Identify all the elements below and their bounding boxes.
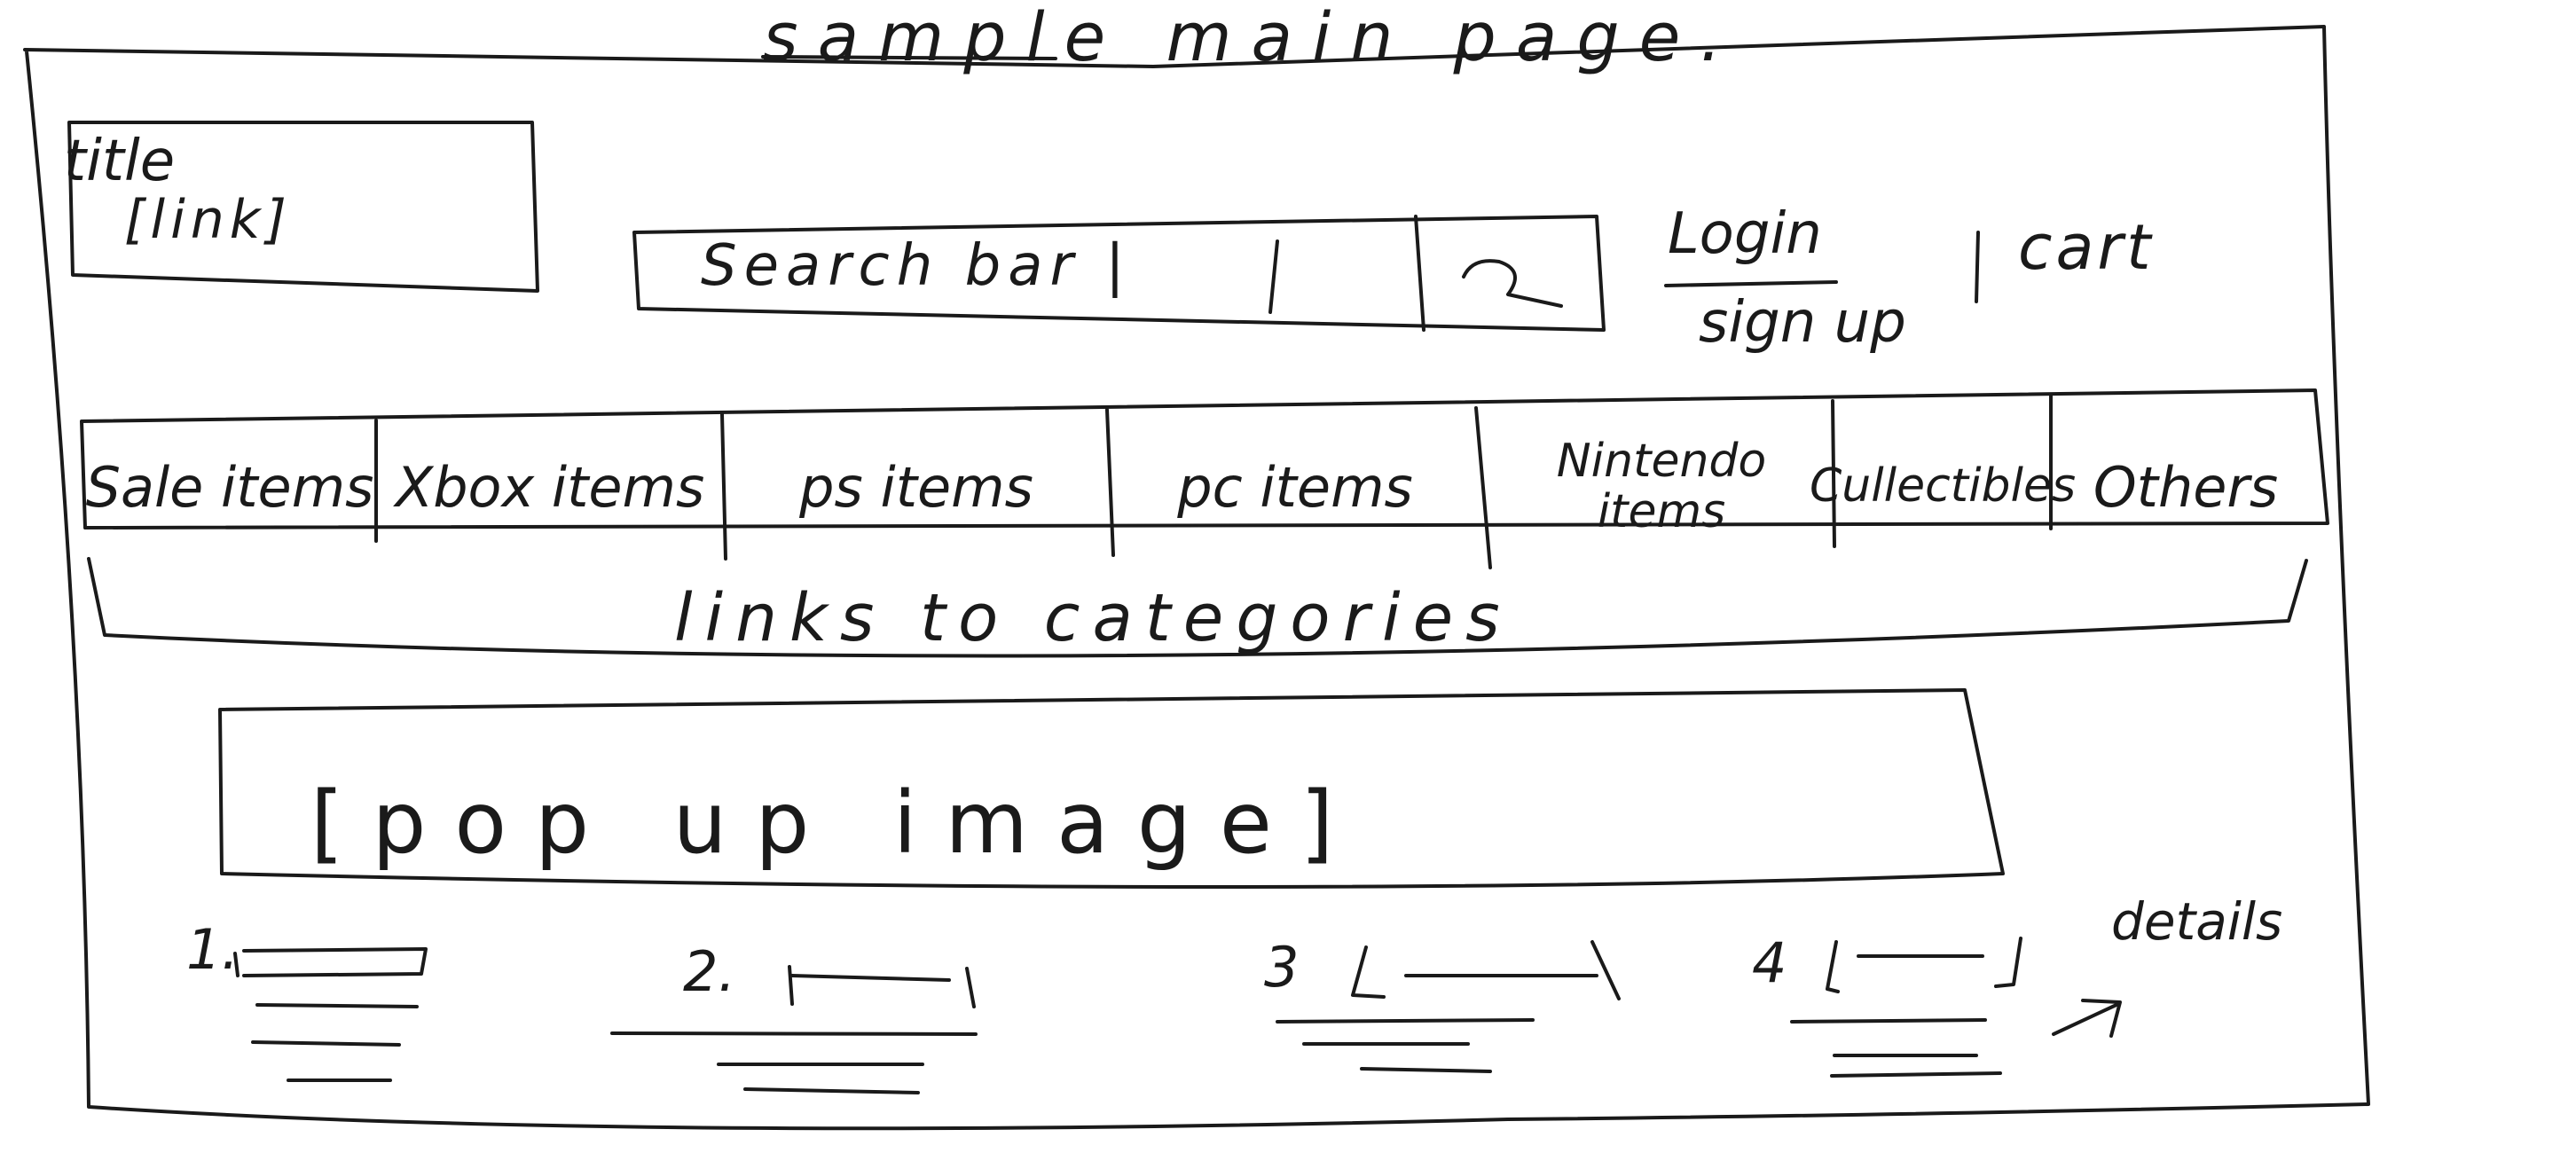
tab-sale-items[interactable]: Sale items <box>85 420 374 553</box>
product-card[interactable] <box>1743 931 2027 1082</box>
product-card[interactable] <box>1260 936 1632 1078</box>
tab-collectibles[interactable]: Cullectibles <box>1810 420 2076 553</box>
cart-separator <box>1975 231 1980 303</box>
popup-image-label: [pop up image] <box>310 773 1363 873</box>
tab-pc-items[interactable]: pc items <box>1116 420 1474 553</box>
cart-link[interactable]: cart <box>2018 216 2155 278</box>
nav-divider <box>720 412 727 561</box>
tab-others[interactable]: Others <box>2053 420 2319 553</box>
search-button[interactable] <box>1419 220 1601 326</box>
details-link[interactable]: details <box>2111 896 2282 947</box>
login-signup-divider <box>1664 280 1838 287</box>
tab-xbox-items[interactable]: Xbox items <box>380 420 720 553</box>
page-title: sample main page. <box>763 0 1741 76</box>
title-label: title <box>64 129 176 194</box>
search-placeholder: Search bar | <box>701 233 1132 299</box>
categories-caption: links to categories <box>674 580 1512 656</box>
tab-nintendo-items[interactable]: Nintendo items <box>1492 420 1831 553</box>
nav-divider <box>1474 406 1492 569</box>
product-card[interactable] <box>186 931 444 1091</box>
nav-divider <box>1105 408 1115 557</box>
signup-link[interactable]: sign up <box>1699 294 1906 351</box>
product-card[interactable] <box>612 949 985 1095</box>
title-link-text[interactable]: [link] <box>124 193 292 247</box>
tab-ps-items[interactable]: ps items <box>727 420 1105 553</box>
details-arrow <box>2052 999 2122 1038</box>
login-link[interactable]: Login <box>1668 206 1822 263</box>
